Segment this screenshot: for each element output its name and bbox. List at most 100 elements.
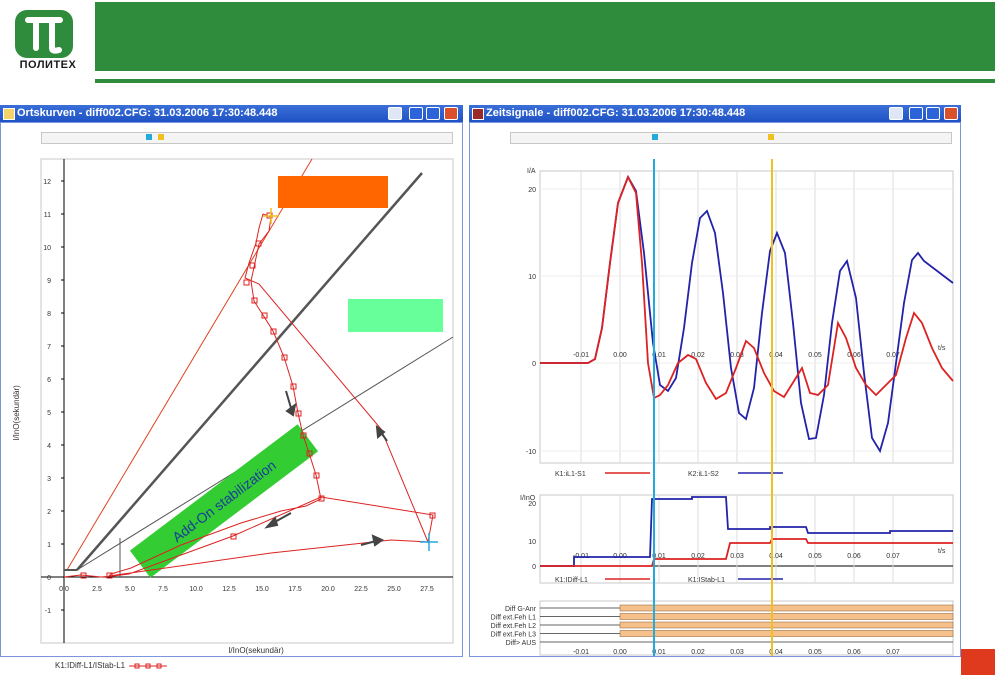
corner-accent [961,649,995,675]
y-tick-label: 10 [43,245,51,252]
close-button[interactable] [444,107,458,120]
locus-legend-label: K1:IDiff-L1/IStab-L1 [55,661,126,670]
y-tick-label: 11 [44,212,51,219]
x-tick-label: 0.06 [847,352,861,359]
ratio-plot-y-ticks: 20 10 0 [528,501,536,571]
y-tick-label: 1 [47,542,51,549]
y-tick-label: 6 [47,377,51,384]
y-tick-label: 10 [528,274,536,281]
binary-active-bar [619,630,954,637]
y-tick-label: 0 [532,361,536,368]
y-tick-label: -1 [45,608,51,615]
y-axis-label: I/InO(sekundär) [12,385,21,441]
y-tick-label: 0 [47,575,51,582]
x-tick-label: 0.05 [808,352,822,359]
y-tick-label: 20 [528,501,536,508]
ratio-plot-x-unit: t/s [938,548,946,555]
x-tick-label: 27.5 [420,586,434,593]
ortskurven-title: Ortskurven - diff002.CFG: 31.03.2006 17:… [17,107,278,119]
legend-label: K1:IStab-L1 [688,577,725,584]
x-tick-label: -0.01 [573,649,589,656]
locus-plot-frame [40,158,454,644]
zeitsignale-window[interactable]: Zeitsignale - diff002.CFG: 31.03.2006 17… [469,105,961,657]
window-app-icon [3,108,15,120]
y-tick-label: -10 [526,449,536,456]
x-tick-label: -0.01 [573,352,589,359]
maximize-button[interactable] [426,107,440,120]
green-annotation-box [348,299,443,332]
locus-legend-swatch-icon [129,663,168,669]
x-axis-label: I/InO(sekundär) [228,646,284,655]
x-tick-label: 12.5 [222,586,236,593]
y-tick-label: 2 [47,509,51,516]
pin-button[interactable] [889,107,903,120]
y-tick-label: 8 [47,311,51,318]
binary-signal-label: Diff ext.Feh L3 [491,632,537,639]
minimize-button[interactable] [909,107,923,120]
x-tick-label: 7.5 [158,586,168,593]
locus-legend: K1:IDiff-L1/IStab-L1 [55,661,169,670]
binary-signal-label: Diff> AUS [506,640,537,647]
binary-signal-label: Diff ext.Feh L1 [491,615,537,622]
current-plot-x-unit: t/s [938,345,946,352]
x-tick-label: 5.0 [125,586,135,593]
x-tick-label: 10.0 [189,586,203,593]
y-tick-label: 5 [47,410,51,417]
binary-active-bar [619,621,954,629]
x-tick-label: 0.02 [691,649,705,656]
current-plot-y-ticks: 20 10 0 -10 [526,187,536,456]
y-tick-label: 10 [528,539,536,546]
binary-signal-label: Diff G-Anr [505,606,537,613]
y-tick-label: 12 [43,179,51,186]
legend-label: K2:iL1-S2 [688,471,719,478]
window-app-icon [472,108,484,120]
x-tick-label: 22.5 [354,586,368,593]
x-tick-label: 0.03 [730,553,744,560]
logo-icon [15,10,73,58]
y-tick-label: 7 [47,344,51,351]
x-tick-label: 0.06 [847,553,861,560]
x-tick-label: 0.07 [886,553,900,560]
pin-button[interactable] [388,107,402,120]
x-tick-label: 0.06 [847,649,861,656]
header-band [95,2,995,71]
x-tick-label: 2.5 [92,586,102,593]
x-tick-label: 20.0 [321,586,335,593]
y-tick-label: 20 [528,187,536,194]
ratio-plot-frame [539,494,954,584]
zeitsignale-titlebar[interactable]: Zeitsignale - diff002.CFG: 31.03.2006 17… [469,105,961,122]
ratio-plot-y-label: I/InO [520,495,536,502]
x-tick-label: 0.05 [808,649,822,656]
legend-label: K1:iL1-S1 [555,471,586,478]
minimize-button[interactable] [409,107,423,120]
current-plot-y-label: I/A [527,168,536,175]
x-tick-label: 0.07 [886,649,900,656]
zeitsignale-body: 20 10 0 -10 -0.01 0.00 0.01 0.02 0.03 0.04 0.05 0.… [469,122,961,657]
x-tick-label: 0.03 [730,649,744,656]
binary-active-bar [619,613,954,620]
logo-text: ПОЛИТЕХ [19,59,77,71]
time-signals-plots[interactable]: 20100-10 -0.01 0.00 0.01 0.02 0.03 0.04 0.05 0.… [470,123,960,656]
y-tick-label: 3 [47,476,51,483]
x-tick-label: 0.00 [613,649,627,656]
current-plot-legend: K1:iL1-S1 K2:iL1-S2 [555,471,783,478]
y-tick-label: 9 [47,278,51,285]
header-rule [95,79,995,83]
x-tick-label: 0.05 [808,553,822,560]
binary-active-bar [619,604,954,612]
x-tick-label: 0.00 [613,352,627,359]
ortskurven-body: 12 11 10 9 8 7 6 5 4 3 2 1 0 -1 0.0 2.5 5.0 7.5 10.0 12.5 1… [0,122,463,670]
y-tick-label: 0 [532,564,536,571]
x-tick-label: 17.5 [288,586,302,593]
x-tick-label: 25.0 [387,586,401,593]
orange-annotation-box [278,176,388,208]
ortskurven-titlebar[interactable]: Ortskurven - diff002.CFG: 31.03.2006 17:… [0,105,463,122]
y-tick-label: 4 [47,443,51,450]
binary-signal-label: Diff ext.Feh L2 [491,623,537,630]
maximize-button[interactable] [926,107,940,120]
binary-plot-x-ticks: -0.01 0.00 0.01 0.02 0.03 0.04 0.05 0.06 0.07 [573,649,900,656]
close-button[interactable] [944,107,958,120]
locus-plot[interactable]: 1211109876543210-1 0.0 2.5 5.0 7.5 10.0 12.5 1… [1,123,462,656]
zeitsignale-title: Zeitsignale - diff002.CFG: 31.03.2006 17… [486,107,746,119]
ortskurven-window[interactable]: Ortskurven - diff002.CFG: 31.03.2006 17:… [0,105,463,670]
